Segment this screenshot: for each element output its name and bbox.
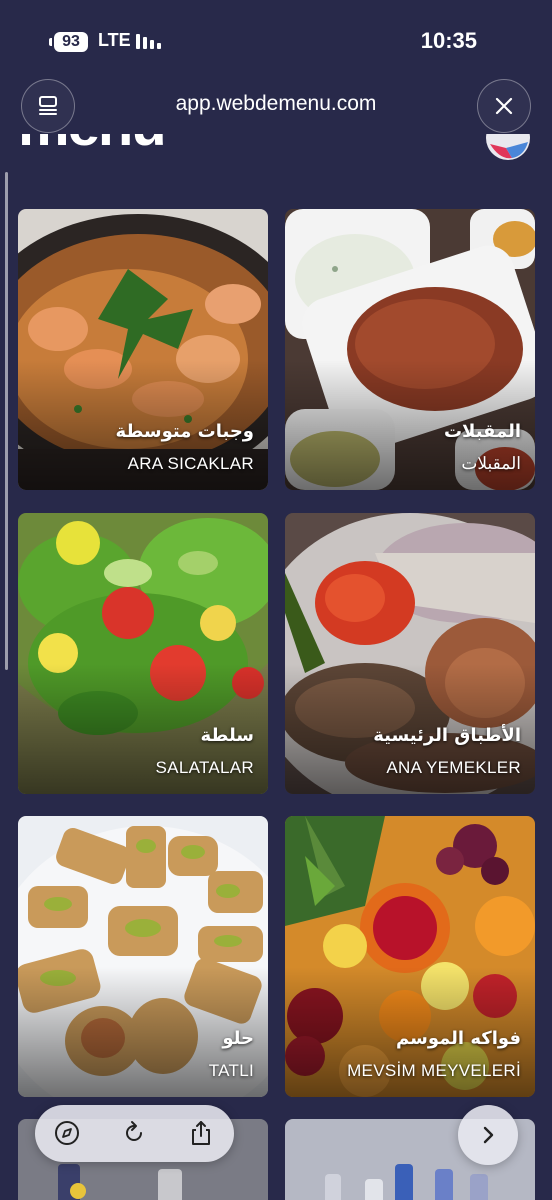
category-card-mezeler[interactable]: المقبلات المقبلات — [285, 209, 535, 490]
category-title-tr: ARA SICAKLAR — [127, 454, 254, 473]
browser-toolbar — [35, 1105, 234, 1162]
category-card-ana-yemekler[interactable]: الأطباق الرئيسية ANA YEMEKLER — [285, 513, 535, 794]
category-title-ar: وجبات متوسطة — [115, 421, 254, 442]
category-card-ara-sicaklar[interactable]: وجبات متوسطة ARA SICAKLAR — [18, 209, 268, 490]
compass-button[interactable] — [52, 1118, 82, 1148]
category-card-salatalar[interactable]: سلطة SALATALAR — [18, 513, 268, 794]
reload-icon — [126, 1121, 142, 1141]
share-button[interactable] — [186, 1118, 216, 1148]
category-card-tatli[interactable]: حلو TATLI — [18, 816, 268, 1097]
category-title-ar: سلطة — [200, 725, 255, 746]
chevron-right-icon — [483, 1126, 494, 1144]
category-title-ar: المقبلات — [443, 421, 521, 442]
category-title-ar: فواكه الموسم — [396, 1028, 521, 1049]
category-title-tr: TATLI — [208, 1061, 254, 1080]
category-title-ar: حلو — [222, 1028, 254, 1049]
category-title-tr: ANA YEMEKLER — [386, 758, 521, 777]
category-title-tr: SALATALAR — [155, 758, 254, 777]
share-icon — [192, 1121, 210, 1145]
compass-icon — [55, 1121, 79, 1145]
reload-button[interactable] — [119, 1118, 149, 1148]
category-title-ar: الأطباق الرئيسية — [373, 725, 521, 746]
category-title-tr: MEVSİM MEYVELERİ — [347, 1061, 521, 1080]
forward-button[interactable] — [458, 1105, 518, 1165]
category-card-mevsim-meyveleri[interactable]: فواكه الموسم MEVSİM MEYVELERİ — [285, 816, 535, 1097]
category-title-tr: المقبلات — [461, 454, 521, 473]
category-grid: وجبات متوسطة ARA SICAKLAR المقبلات المقب… — [0, 0, 552, 1200]
